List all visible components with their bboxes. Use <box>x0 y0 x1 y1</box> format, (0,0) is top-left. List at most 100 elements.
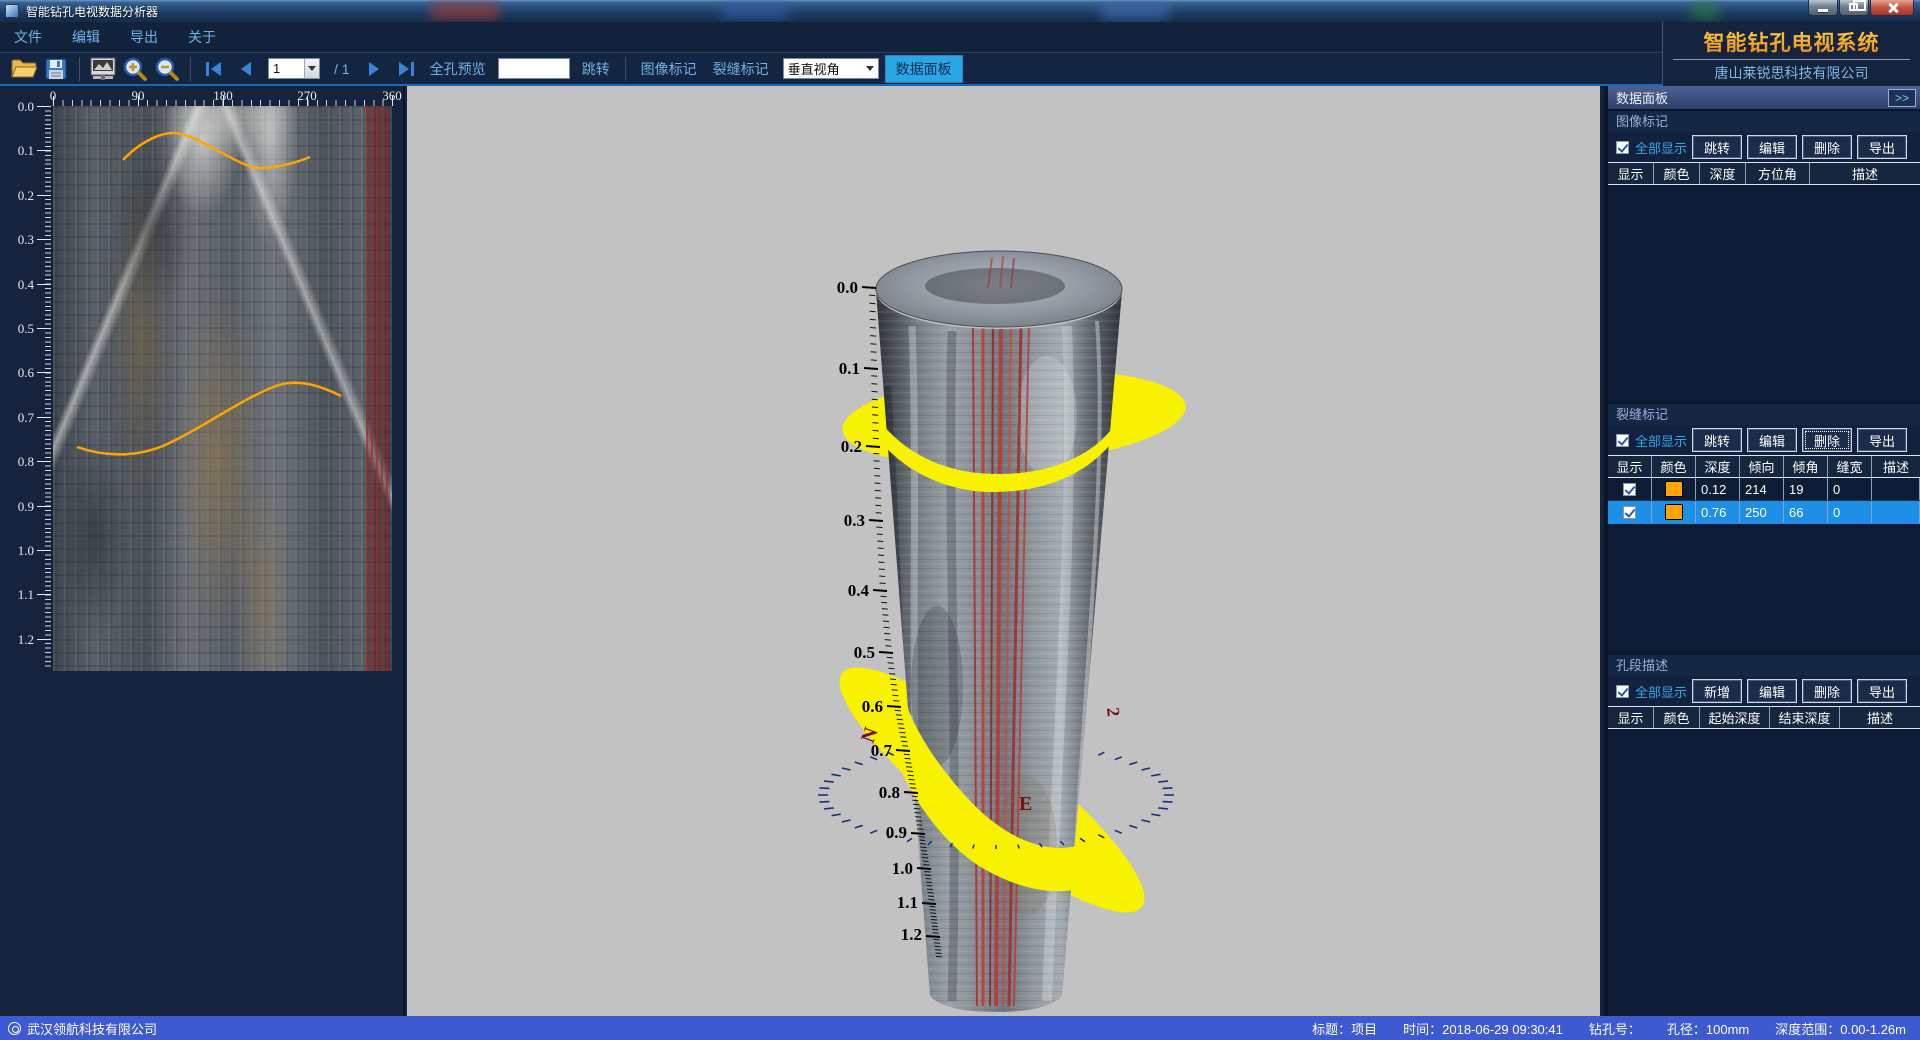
fracture-row-2-selected[interactable]: 0.76 250 66 0 <box>1608 501 1920 524</box>
column-header[interactable]: 颜色 <box>1652 456 1696 477</box>
save-button[interactable] <box>42 56 70 82</box>
depth-major-tick <box>37 639 51 640</box>
image-marks-show-all-checkbox[interactable] <box>1616 141 1629 154</box>
page-total-label: / 1 <box>334 61 350 77</box>
zoom-in-button[interactable] <box>121 56 149 82</box>
segments-export-button[interactable]: 导出 <box>1857 679 1907 703</box>
depth-major-tick <box>37 150 51 151</box>
page-select[interactable]: 1 <box>268 58 320 79</box>
section-segments-title: 孔段描述 <box>1608 654 1920 676</box>
next-page-button[interactable] <box>360 56 388 82</box>
fracture-curve-1[interactable] <box>123 133 310 168</box>
company-name: 唐山莱锐思科技有限公司 <box>1663 63 1920 83</box>
fracture-marks-jump-button[interactable]: 跳转 <box>1692 428 1742 452</box>
fracture-marks-export-button[interactable]: 导出 <box>1857 428 1907 452</box>
segments-delete-button[interactable]: 删除 <box>1802 679 1852 703</box>
page-select-dropdown[interactable] <box>304 59 319 78</box>
status-time: 时间：2018-06-29 09:30:41 <box>1403 1019 1563 1038</box>
depth3d-label: 0.7 <box>871 741 893 760</box>
column-header[interactable]: 深度 <box>1700 163 1746 184</box>
fracture-mark-button[interactable]: 裂缝标记 <box>713 59 769 79</box>
borehole-2d-panel: 0 90 180 270 360 0.00.10.20.30.40.50.60.… <box>0 86 405 1016</box>
image-marks-export-button[interactable]: 导出 <box>1857 135 1907 159</box>
menu-edit[interactable]: 编辑 <box>72 27 100 47</box>
row-visible-checkbox[interactable] <box>1623 483 1636 496</box>
depth-label: 0.2 <box>0 188 34 204</box>
image-marks-table-header: 显示 颜色 深度 方位角 描述 <box>1608 162 1920 185</box>
azimuth-major-tick <box>138 96 139 106</box>
color-swatch[interactable] <box>1665 481 1683 497</box>
cell-aperture: 0 <box>1828 501 1872 523</box>
compass-east-label: E <box>1019 793 1032 815</box>
jump-button[interactable]: 跳转 <box>582 59 610 79</box>
prev-page-button[interactable] <box>232 56 260 82</box>
row-visible-checkbox[interactable] <box>1623 506 1636 519</box>
depth-label: 0.3 <box>0 232 34 248</box>
close-button[interactable] <box>1870 0 1914 16</box>
fracture-marks-show-all-checkbox[interactable] <box>1616 434 1629 447</box>
image-marks-jump-button[interactable]: 跳转 <box>1692 135 1742 159</box>
depth-label: 0.1 <box>0 143 34 159</box>
color-swatch[interactable] <box>1665 504 1683 520</box>
menu-export[interactable]: 导出 <box>130 27 158 47</box>
column-header[interactable]: 显示 <box>1608 163 1654 184</box>
depth-label: 0.8 <box>0 454 34 470</box>
collapse-panel-button[interactable]: >> <box>1888 89 1916 107</box>
depth-major-tick <box>37 372 51 373</box>
image-marks-delete-button[interactable]: 删除 <box>1802 135 1852 159</box>
fracture-marks-edit-button[interactable]: 编辑 <box>1747 428 1797 452</box>
toolbar-separator <box>190 57 191 81</box>
status-hole-no: 钻孔号： <box>1589 1019 1641 1038</box>
column-header[interactable]: 方位角 <box>1746 163 1810 184</box>
image-marks-show-all-label: 全部显示 <box>1635 138 1687 157</box>
menu-about[interactable]: 关于 <box>188 27 216 47</box>
fracture-marks-controls: 全部显示 跳转 编辑 删除 导出 <box>1608 425 1920 455</box>
fracture-marks-delete-button[interactable]: 删除 <box>1802 428 1852 452</box>
segments-table-header: 显示 颜色 起始深度 结束深度 描述 <box>1608 706 1920 729</box>
first-page-button[interactable] <box>200 56 228 82</box>
depth-label: 1.2 <box>0 632 34 648</box>
column-header[interactable]: 深度 <box>1696 456 1740 477</box>
page-select-value: 1 <box>269 61 304 76</box>
borehole-3d-viewport[interactable]: N E 2 0.0 0.1 0.2 0.3 0.4 0.5 0.6 0.7 0.… <box>407 86 1600 1016</box>
depth-ruler <box>45 106 51 667</box>
column-header[interactable]: 显示 <box>1608 707 1654 728</box>
column-header[interactable]: 颜色 <box>1654 163 1700 184</box>
segments-add-button[interactable]: 新增 <box>1692 679 1742 703</box>
data-panel-toggle-button[interactable]: 数据面板 <box>885 55 963 83</box>
jump-depth-input[interactable] <box>498 58 570 79</box>
cell-dip-angle: 66 <box>1784 501 1828 523</box>
image-adjust-button[interactable] <box>89 56 117 82</box>
restore-button[interactable] <box>1839 0 1869 16</box>
column-header[interactable]: 描述 <box>1810 163 1920 184</box>
column-header[interactable]: 倾角 <box>1784 456 1828 477</box>
borehole-unrolled-image[interactable] <box>53 106 392 671</box>
image-mark-button[interactable]: 图像标记 <box>641 59 697 79</box>
fracture-curve-2[interactable] <box>77 383 341 455</box>
menu-file[interactable]: 文件 <box>14 27 42 47</box>
view-mode-select[interactable]: 垂直视角 <box>783 58 879 79</box>
open-file-button[interactable] <box>10 56 38 82</box>
segments-edit-button[interactable]: 编辑 <box>1747 679 1797 703</box>
column-header[interactable]: 起始深度 <box>1700 707 1770 728</box>
column-header[interactable]: 倾向 <box>1740 456 1784 477</box>
segments-show-all-checkbox[interactable] <box>1616 685 1629 698</box>
column-header[interactable]: 缝宽 <box>1828 456 1872 477</box>
column-header[interactable]: 结束深度 <box>1770 707 1840 728</box>
image-marks-edit-button[interactable]: 编辑 <box>1747 135 1797 159</box>
depth-label: 1.1 <box>0 587 34 603</box>
depth-major-tick <box>37 328 51 329</box>
depth-major-tick <box>37 461 51 462</box>
full-hole-preview-button[interactable]: 全孔预览 <box>430 59 486 79</box>
zoom-out-button[interactable] <box>153 56 181 82</box>
last-page-button[interactable] <box>392 56 420 82</box>
column-header[interactable]: 显示 <box>1608 456 1652 477</box>
segments-show-all-label: 全部显示 <box>1635 682 1687 701</box>
column-header[interactable]: 描述 <box>1872 456 1920 477</box>
column-header[interactable]: 颜色 <box>1654 707 1700 728</box>
fracture-row-1[interactable]: 0.12 214 19 0 <box>1608 478 1920 501</box>
depth-major-tick <box>37 550 51 551</box>
minimize-button[interactable] <box>1808 0 1838 16</box>
column-header[interactable]: 描述 <box>1840 707 1920 728</box>
fracture-marks-show-all-label: 全部显示 <box>1635 431 1687 450</box>
